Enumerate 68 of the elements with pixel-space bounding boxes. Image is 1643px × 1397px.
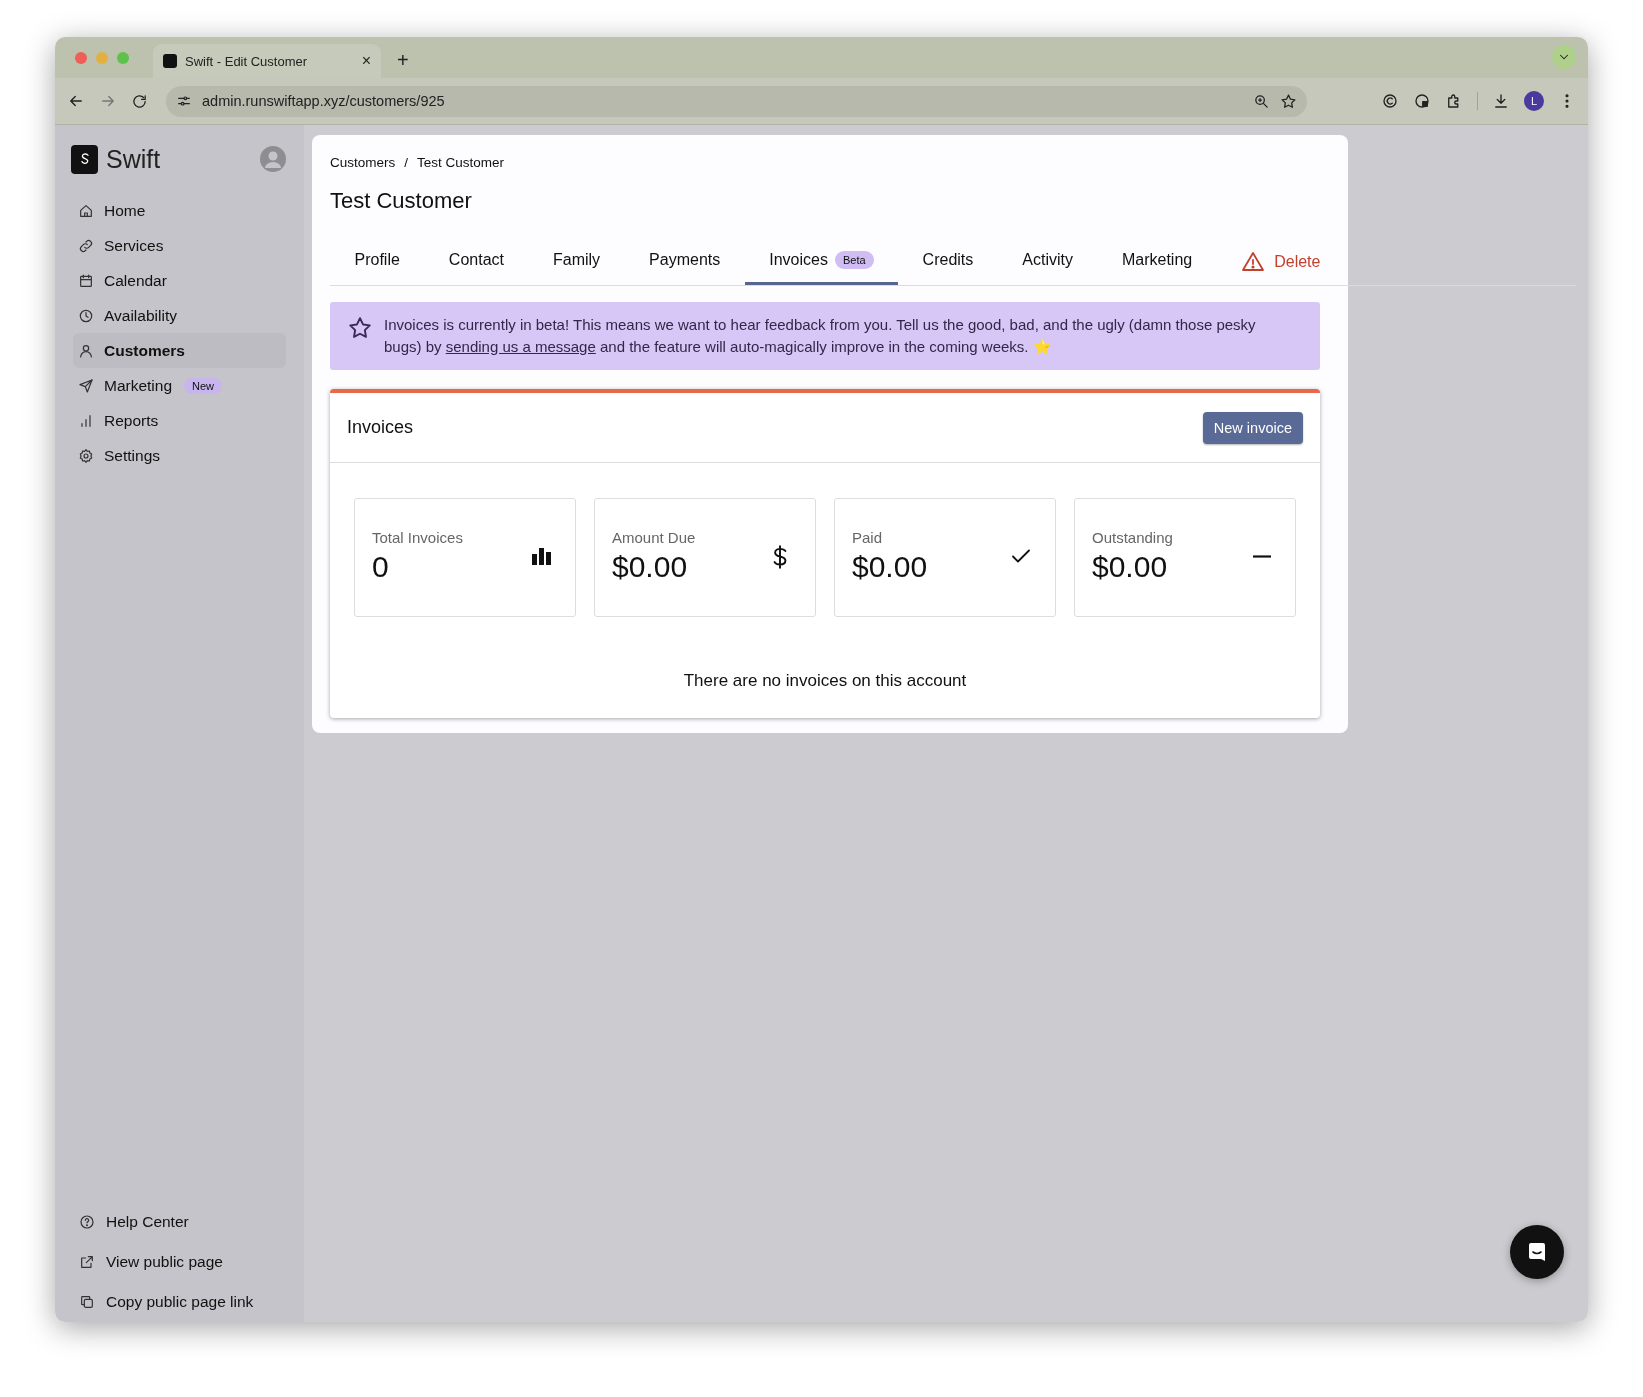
tab[interactable]: Credits [898, 235, 998, 285]
star-icon [347, 315, 373, 341]
copy-icon [79, 1294, 95, 1310]
sidebar-item[interactable]: Settings [73, 438, 286, 473]
sidebar-item[interactable]: Marketing New [73, 368, 286, 403]
home-icon [78, 202, 94, 219]
calendar-icon [78, 272, 94, 289]
tab[interactable]: Contact [424, 235, 529, 285]
page-title: Test Customer [330, 187, 473, 215]
sidebar-item[interactable]: Customers [73, 333, 286, 368]
tab[interactable]: Payments [624, 235, 745, 285]
browser-tab[interactable]: Swift - Edit Customer × [153, 44, 381, 78]
minus-icon [1253, 555, 1271, 558]
reload-icon[interactable] [131, 92, 148, 110]
person-icon [78, 342, 94, 359]
favicon-icon [163, 54, 177, 68]
new-invoice-button[interactable]: New invoice [1202, 411, 1303, 444]
breadcrumb-current: Test Customer [417, 154, 505, 172]
beta-badge: Beta [834, 251, 874, 269]
stat-value: $0.00 [1092, 550, 1168, 584]
send-icon [78, 377, 94, 394]
stat-label: Outstanding [1092, 528, 1173, 548]
message-link[interactable]: sending us a message [445, 337, 596, 355]
stat-label: Paid [852, 528, 883, 548]
bookmark-star-icon[interactable] [1280, 92, 1297, 110]
new-badge: New [184, 377, 223, 394]
extension-icon[interactable] [1381, 92, 1399, 110]
chat-button[interactable] [1510, 1225, 1564, 1279]
help-icon [79, 1214, 95, 1230]
warning-icon [1241, 250, 1266, 274]
new-tab-button[interactable]: + [397, 49, 409, 72]
panel-title: Invoices [347, 417, 414, 438]
brand-name: Swift [106, 144, 162, 174]
sidebar-link[interactable]: View public page [79, 1242, 304, 1282]
tab-close-button[interactable]: × [361, 53, 371, 69]
sidebar-item[interactable]: Home [73, 193, 286, 228]
sidebar-item[interactable]: Availability [73, 298, 286, 333]
tab[interactable]: Marketing [1097, 235, 1217, 285]
sidebar-item[interactable]: Reports [73, 403, 286, 438]
stat-label: Amount Due [612, 528, 696, 548]
sidebar-link[interactable]: Copy public page link [79, 1282, 304, 1322]
profile-avatar[interactable]: L [1524, 91, 1544, 111]
site-settings-icon[interactable] [176, 93, 192, 109]
sidebar-item[interactable]: Calendar [73, 263, 286, 298]
clock-icon [78, 307, 94, 324]
bar-chart-icon [78, 412, 94, 429]
stat-label: Total Invoices [372, 528, 463, 548]
zoom-icon[interactable] [1253, 92, 1270, 110]
extension-icon[interactable] [1413, 92, 1431, 110]
download-icon[interactable] [1492, 92, 1510, 110]
stat-value: $0.00 [852, 550, 928, 584]
stat-value: $0.00 [612, 550, 688, 584]
breadcrumb-separator: / [404, 154, 409, 172]
tab[interactable]: Profile [330, 235, 425, 285]
gear-icon [78, 447, 94, 464]
empty-message: There are no invoices on this account [683, 670, 967, 692]
stat-value: 0 [372, 550, 389, 584]
tab[interactable]: Invoices Beta [744, 235, 899, 285]
tab[interactable]: Activity [997, 235, 1098, 285]
sidebar-link[interactable]: Help Center [79, 1202, 304, 1242]
address-bar[interactable]: admin.runswiftapp.xyz/customers/925 [166, 85, 1307, 117]
banner-message: Invoices is currently in beta! This means we want to hear feedback from you. Tell us the good, bad, and the ugly (damn those pesky bugs) by sending us a message and the feature will auto-magically improve in the coming weeks. ⭐ [384, 316, 1256, 355]
sidebar-item[interactable]: Services [73, 228, 286, 263]
breadcrumb-link[interactable]: Customers [330, 153, 396, 173]
delete-tab[interactable]: Delete [1216, 235, 1345, 285]
external-link-icon [79, 1254, 95, 1270]
link-icon [78, 237, 94, 254]
tab[interactable]: Family [528, 235, 625, 285]
